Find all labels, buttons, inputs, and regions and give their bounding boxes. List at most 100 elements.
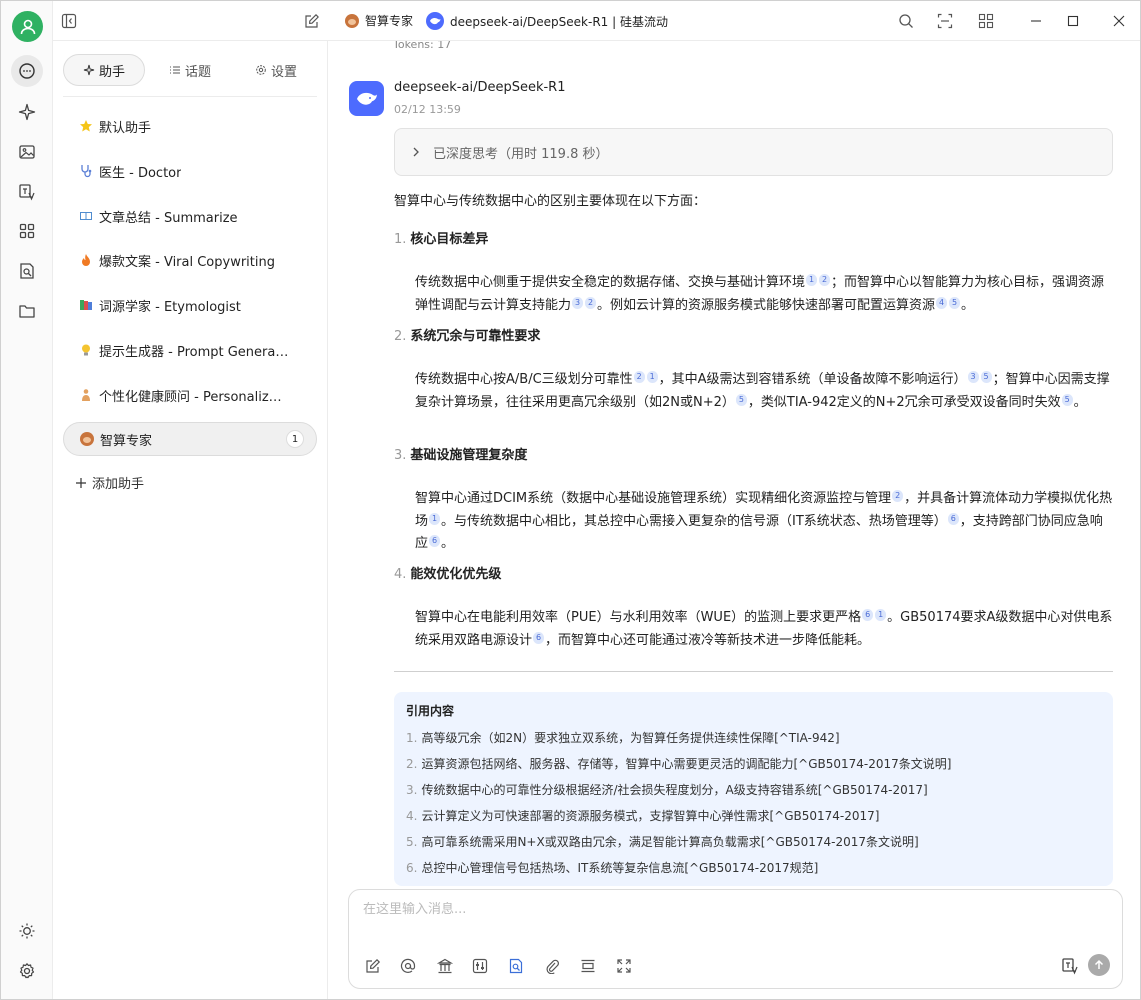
citation-marker[interactable]: 2 [633, 371, 645, 383]
citation-marker[interactable]: 6 [533, 631, 545, 644]
assistant-item-prompt-generator[interactable]: 提示生成器 - Prompt Generator [63, 333, 317, 367]
citation-marker[interactable]: 2 [892, 490, 904, 502]
assistant-item-default[interactable]: 默认助手 [63, 109, 317, 143]
section-paragraph: 智算中心在电能利用效率（PUE）与水利用效率（WUE）的监测上要求更严格 6 1 。G… [415, 607, 1115, 652]
assistant-item-summarize[interactable]: 文章总结 - Summarize [63, 199, 317, 233]
maximize-button[interactable] [1063, 11, 1083, 31]
paragraph-text: ，类似TIA-942定义的N+2冗余可承受双设备同时失效 [747, 394, 1061, 410]
citation-marker[interactable]: 5 [980, 371, 992, 383]
model-name: deepseek-ai/DeepSeek-R1 [394, 80, 566, 95]
citation-marker[interactable]: 6 [862, 609, 874, 621]
send-button[interactable] [1088, 954, 1110, 976]
sidebar-toggle-icon [61, 13, 77, 29]
expand-input-button[interactable] [614, 956, 634, 976]
rail-files-button[interactable] [11, 295, 43, 327]
citation-marker[interactable]: 2 [585, 296, 597, 309]
search-button[interactable] [896, 11, 916, 31]
model-avatar [349, 81, 384, 116]
tab-settings[interactable]: 设置 [235, 54, 317, 86]
rail-agents-button[interactable] [11, 96, 43, 128]
thinking-toggle[interactable]: 已深度思考（用时 119.8 秒） [394, 128, 1113, 176]
message-input[interactable] [363, 902, 1103, 917]
rail-chat-button[interactable] [11, 55, 43, 87]
thinking-label: 已深度思考（用时 119.8 秒） [433, 146, 609, 162]
paragraph-text: 。 [1073, 394, 1087, 410]
citation-marker[interactable]: 5 [1061, 393, 1073, 406]
close-button[interactable] [1109, 11, 1129, 31]
file-search-icon [509, 958, 523, 974]
new-topic-tool-button[interactable] [363, 956, 383, 976]
expand-icon [937, 13, 953, 29]
assistant-item-compute-expert[interactable]: 智算专家 1 [63, 422, 317, 456]
sparkle-icon [18, 103, 36, 121]
mention-button[interactable] [398, 956, 418, 976]
app-window: 智算专家 deepseek-ai/DeepSeek-R1 | 硅基流动 助手 话… [0, 0, 1141, 1000]
paragraph-text: 传统数据中心侧重于提供安全稳定的数据存储、交换与基础计算环境 [415, 275, 806, 290]
citation-item: 3. 传统数据中心的可靠性分级根据经济/社会损失程度划分，A级支持容错系统[^GB… [406, 783, 928, 797]
list-icon [169, 66, 180, 74]
panel-tabs: 助手 话题 设置 [63, 53, 317, 87]
assistant-panel: 助手 话题 设置 默认助手 医生 - Doctor 文章总结 - Summari… [53, 41, 328, 999]
layout-button[interactable] [976, 11, 996, 31]
minimize-button[interactable] [1026, 11, 1046, 31]
clear-context-button[interactable] [578, 956, 598, 976]
citation-marker[interactable]: 2 [819, 274, 831, 286]
rail-theme-button[interactable] [11, 915, 43, 947]
rail-settings-button[interactable] [11, 955, 43, 987]
web-search-button[interactable] [506, 956, 526, 976]
star-icon [80, 120, 92, 132]
citation-marker[interactable]: 3 [967, 371, 979, 383]
citation-marker[interactable]: 1 [875, 609, 887, 621]
model-settings-button[interactable] [470, 956, 490, 976]
citation-marker[interactable]: 6 [429, 535, 441, 547]
paragraph-text: 智算中心通过DCIM系统（数据中心基础设施管理系统）实现精细化资源监控与管理 [415, 491, 892, 506]
citation-marker[interactable]: 5 [949, 296, 961, 309]
citation-item: 1. 高等级冗余（如2N）要求独立双系统，为智算任务提供连续性保障[^TIA-94… [406, 731, 840, 745]
new-topic-button[interactable] [302, 11, 322, 31]
panel-divider [63, 96, 317, 97]
title-bar: 智算专家 deepseek-ai/DeepSeek-R1 | 硅基流动 [53, 1, 1140, 41]
paragraph-text: 。例如云计算的资源服务模式能够快速部署可配置运算资源 [597, 297, 936, 313]
citation-marker[interactable]: 3 [572, 296, 584, 309]
fire-icon [82, 254, 90, 266]
paragraph-text: 传统数据中心按A/B/C三级划分可靠性 [415, 372, 633, 387]
knowledge-base-button[interactable] [435, 956, 455, 976]
assistant-item-copywriting[interactable]: 爆款文案 - Viral Copywriting [63, 243, 317, 277]
citation-marker[interactable]: 1 [806, 274, 818, 286]
rail-apps-button[interactable] [11, 215, 43, 247]
current-assistant-chip[interactable]: 智算专家 [345, 12, 413, 29]
assistant-item-doctor[interactable]: 医生 - Doctor [63, 154, 317, 188]
answer-intro: 智算中心与传统数据中心的区别主要体现在以下方面： [394, 194, 707, 209]
tab-label: 设置 [270, 64, 297, 80]
tab-assistants[interactable]: 助手 [63, 54, 145, 86]
tab-label: 话题 [184, 64, 211, 80]
citation-marker[interactable]: 1 [429, 512, 441, 525]
citation-marker[interactable]: 1 [646, 371, 658, 383]
rail-translate-button[interactable] [11, 176, 43, 208]
edit-icon [366, 958, 381, 973]
assistant-label: 智算专家 [100, 433, 153, 449]
rail-knowledge-button[interactable] [11, 255, 43, 287]
citation-marker[interactable]: 5 [735, 393, 747, 406]
fullscreen-button[interactable] [935, 11, 955, 31]
rail-paint-button[interactable] [11, 136, 43, 168]
user-avatar[interactable] [12, 11, 43, 42]
assistant-item-etymologist[interactable]: 词源学家 - Etymologist [63, 288, 317, 322]
toggle-sidebar-button[interactable] [59, 11, 79, 31]
translate-icon [19, 184, 35, 201]
token-count: Tokens: 17 [393, 41, 452, 51]
paragraph-text: 智算中心在电能利用效率（PUE）与水利用效率（WUE）的监测上要求更严格 [415, 610, 862, 625]
model-selector[interactable]: deepseek-ai/DeepSeek-R1 | 硅基流动 [426, 12, 668, 30]
library-icon [437, 958, 453, 974]
attachment-button[interactable] [542, 956, 562, 976]
translate-input-button[interactable] [1060, 956, 1080, 976]
file-search-icon [20, 263, 34, 279]
sun-icon [19, 923, 35, 939]
citation-marker[interactable]: 4 [936, 296, 948, 309]
assistant-label: 爆款文案 - Viral Copywriting [99, 254, 275, 270]
citation-marker[interactable]: 6 [947, 512, 959, 525]
paragraph-text: 。 [961, 297, 975, 313]
add-assistant-button[interactable]: 添加助手 [75, 473, 144, 492]
assistant-item-health[interactable]: 个性化健康顾问 - Personalized Health... [63, 378, 317, 412]
tab-topics[interactable]: 话题 [145, 54, 235, 86]
